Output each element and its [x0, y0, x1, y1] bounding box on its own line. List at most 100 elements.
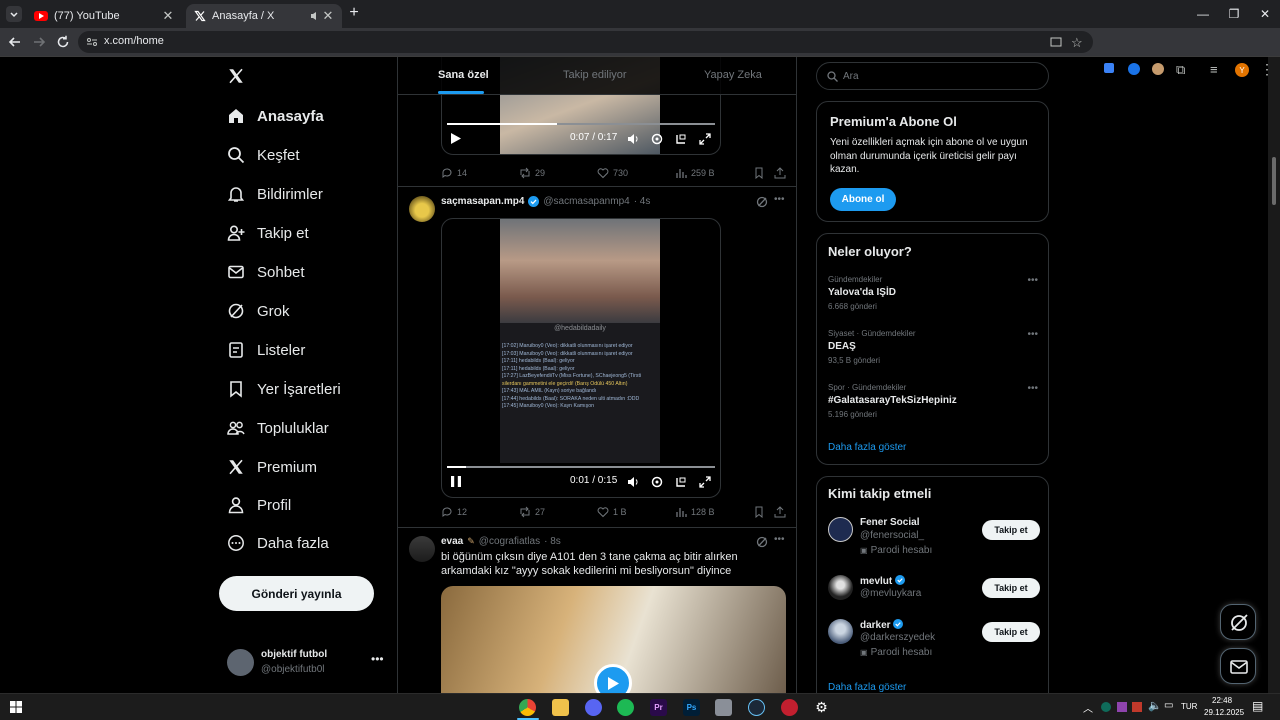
- nav-bookmarks[interactable]: Yer İşaretleri: [227, 373, 341, 405]
- post[interactable]: evaa ✎ @cografiatlas · 8s ••• bi öğünüm …: [398, 528, 796, 693]
- repost-button[interactable]: 27: [519, 506, 545, 518]
- pip-icon[interactable]: [675, 476, 687, 488]
- spotify-icon[interactable]: [617, 699, 634, 716]
- bookmark-button[interactable]: [753, 506, 765, 518]
- like-button[interactable]: 730: [597, 167, 628, 179]
- video-progress-track[interactable]: [447, 466, 715, 468]
- close-tab-icon[interactable]: ✕: [320, 8, 336, 24]
- language-indicator[interactable]: TUR: [1181, 702, 1197, 711]
- minimize-button[interactable]: —: [1190, 4, 1216, 24]
- share-button[interactable]: [774, 506, 786, 518]
- volume-icon[interactable]: 🔈: [1148, 699, 1162, 712]
- back-button[interactable]: [7, 34, 23, 50]
- trend-item[interactable]: Siyaset · Gündemdekiler DEAŞ 93,5 B gönd…: [828, 329, 1038, 365]
- user-name[interactable]: darker: [860, 619, 904, 631]
- avatar[interactable]: [409, 536, 435, 562]
- tab-search-button[interactable]: [6, 6, 22, 22]
- views-button[interactable]: 128 B: [675, 506, 715, 518]
- settings-gear-icon[interactable]: [651, 476, 663, 488]
- volume-icon[interactable]: [627, 133, 639, 145]
- follow-suggestion[interactable]: mevlut @mevluykara Takip et: [828, 575, 1040, 619]
- nav-notifications[interactable]: Bildirimler: [227, 178, 323, 210]
- user-name[interactable]: saçmasapan.mp4: [441, 196, 524, 207]
- photoshop-icon[interactable]: Ps: [683, 699, 700, 716]
- reply-button[interactable]: 14: [441, 167, 467, 179]
- user-handle[interactable]: @sacmasapanmp4: [543, 196, 629, 207]
- nav-profile[interactable]: Profil: [227, 489, 291, 521]
- tab-for-you[interactable]: Sana özel: [438, 69, 489, 81]
- follow-suggestion[interactable]: Fener Social @fenersocial_ ▣ Parodi hesab…: [828, 517, 1040, 561]
- nav-home[interactable]: Anasayfa: [227, 100, 324, 132]
- settings-gear-icon[interactable]: [651, 133, 663, 145]
- user-name[interactable]: Fener Social: [860, 517, 919, 528]
- show-more-link[interactable]: Daha fazla göster: [828, 442, 906, 453]
- nav-communities[interactable]: Topluluklar: [227, 412, 329, 444]
- file-explorer-icon[interactable]: [552, 699, 569, 716]
- nav-more[interactable]: Daha fazla: [227, 527, 329, 559]
- nav-follow[interactable]: Takip et: [227, 217, 309, 249]
- more-dots-icon[interactable]: •••: [1027, 329, 1038, 340]
- search-box[interactable]: Ara: [816, 62, 1049, 90]
- close-tab-icon[interactable]: ✕: [160, 8, 176, 24]
- browser-tab-x[interactable]: Anasayfa / X ✕: [186, 4, 342, 28]
- premiere-icon[interactable]: Pr: [650, 699, 667, 716]
- scrollbar-thumb[interactable]: [1272, 157, 1276, 205]
- new-tab-button[interactable]: +: [346, 5, 362, 22]
- follow-button[interactable]: Takip et: [982, 622, 1040, 642]
- post-button[interactable]: Gönderi yayınla: [219, 576, 374, 611]
- more-dots-icon[interactable]: •••: [774, 534, 785, 545]
- tray-icon[interactable]: [1132, 702, 1142, 712]
- browser-tab-youtube[interactable]: (77) YouTube ✕: [26, 4, 182, 28]
- clock-date[interactable]: 29.12.2025: [1204, 708, 1244, 717]
- bookmark-button[interactable]: [753, 167, 765, 179]
- app-icon[interactable]: [781, 699, 798, 716]
- messages-fab-button[interactable]: [1220, 648, 1256, 684]
- volume-icon[interactable]: [627, 476, 639, 488]
- repost-button[interactable]: 29: [519, 167, 545, 179]
- clock-time[interactable]: 22:48: [1212, 696, 1232, 705]
- post-media[interactable]: [441, 586, 786, 693]
- close-window-button[interactable]: ✕: [1252, 4, 1278, 24]
- post[interactable]: saçmasapan.mp4 @sacmasapanmp4 · 4s ••• @…: [398, 188, 796, 528]
- discord-icon[interactable]: [585, 699, 602, 716]
- avatar[interactable]: [828, 517, 853, 542]
- trend-item[interactable]: Spor · Gündemdekiler #GalatasarayTekSizH…: [828, 383, 1038, 419]
- restore-button[interactable]: ❐: [1221, 4, 1247, 24]
- tab-ai[interactable]: Yapay Zeka: [704, 69, 762, 81]
- trend-item[interactable]: Gündemdekiler Yalova'da IŞİD 6.668 gönde…: [828, 275, 1038, 311]
- app-icon[interactable]: [715, 699, 732, 716]
- more-dots-icon[interactable]: •••: [774, 194, 785, 205]
- views-button[interactable]: 259 B: [675, 167, 715, 179]
- fullscreen-icon[interactable]: [699, 476, 711, 488]
- nav-premium[interactable]: Premium: [227, 451, 317, 483]
- install-app-icon[interactable]: [1050, 36, 1062, 48]
- like-button[interactable]: 1 B: [597, 506, 627, 518]
- windows-start-icon[interactable]: [10, 701, 22, 713]
- user-name[interactable]: mevlut: [860, 575, 906, 587]
- chevron-up-icon[interactable]: ︿: [1083, 700, 1093, 715]
- nav-lists[interactable]: Listeler: [227, 334, 305, 366]
- tab-following[interactable]: Takip ediliyor: [563, 69, 627, 81]
- page-scrollbar[interactable]: [1268, 57, 1280, 693]
- address-bar[interactable]: x.com/home ☆: [78, 31, 1093, 53]
- more-dots-icon[interactable]: •••: [1027, 383, 1038, 394]
- nav-explore[interactable]: Keşfet: [227, 139, 300, 171]
- chrome-taskbar-icon[interactable]: [519, 699, 536, 716]
- bookmark-star-icon[interactable]: ☆: [1071, 35, 1083, 51]
- grok-icon[interactable]: [756, 536, 768, 548]
- video-progress-track[interactable]: [447, 123, 715, 125]
- fullscreen-icon[interactable]: [699, 133, 711, 145]
- show-more-link[interactable]: Daha fazla göster: [828, 682, 906, 693]
- nav-grok[interactable]: Grok: [227, 295, 290, 327]
- subscribe-button[interactable]: Abone ol: [830, 188, 896, 211]
- tray-icon[interactable]: [1117, 702, 1127, 712]
- steam-icon[interactable]: [748, 699, 765, 716]
- account-switcher[interactable]: objektif futbol @objektifutb0l •••: [227, 649, 387, 685]
- reply-button[interactable]: 12: [441, 506, 467, 518]
- network-icon[interactable]: ▭: [1164, 700, 1173, 711]
- nav-chat[interactable]: Sohbet: [227, 256, 305, 288]
- user-handle[interactable]: @cografiatlas: [479, 536, 540, 547]
- follow-suggestion[interactable]: darker @darkerszyedek ▣ Parodi hesabı Tak…: [828, 619, 1040, 663]
- tray-icon[interactable]: [1101, 702, 1111, 712]
- x-logo-icon[interactable]: [227, 67, 245, 85]
